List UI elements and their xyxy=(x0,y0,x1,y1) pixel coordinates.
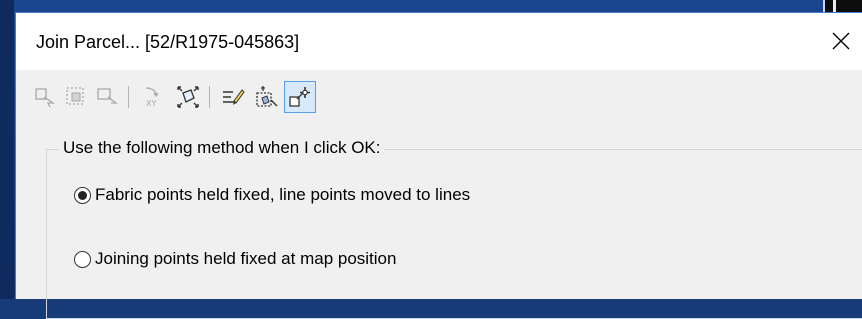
xy-coordinates-button[interactable]: XY xyxy=(138,83,166,111)
radio-label: Fabric points held fixed, line points mo… xyxy=(95,185,471,204)
parcel-properties-icon xyxy=(256,86,278,107)
radio-label: Joining points held fixed at map positio… xyxy=(95,249,397,268)
toolbar: XY xyxy=(16,70,862,130)
pan-to-parcel-icon xyxy=(289,87,310,107)
parcel-select-alt-icon xyxy=(97,88,118,104)
close-icon xyxy=(832,32,850,50)
toolbar-separator xyxy=(209,86,210,108)
parcel-frame-icon xyxy=(66,87,84,105)
radio-selected-dot xyxy=(78,190,87,200)
xy-coordinates-icon: XY xyxy=(145,87,159,108)
method-group-box xyxy=(46,149,862,319)
parcel-select-alt-button[interactable] xyxy=(93,83,121,111)
desktop-window-edge xyxy=(0,0,14,299)
parcel-frame-button[interactable] xyxy=(62,83,90,111)
zoom-to-parcel-button[interactable] xyxy=(174,83,202,111)
svg-text:XY: XY xyxy=(146,99,156,108)
edit-lines-icon xyxy=(223,89,245,105)
parcel-select-button[interactable] xyxy=(31,83,59,111)
radio-joining-points-fixed[interactable]: Joining points held fixed at map positio… xyxy=(74,249,396,269)
join-parcel-dialog: Join Parcel... [52/R1975-045863] XY Use … xyxy=(15,12,862,319)
edit-lines-button[interactable] xyxy=(219,83,247,111)
close-button[interactable] xyxy=(826,25,856,57)
dialog-title: Join Parcel... [52/R1975-045863] xyxy=(36,32,300,52)
radio-button[interactable] xyxy=(74,250,91,268)
title-bar[interactable]: Join Parcel... [52/R1975-045863] xyxy=(16,13,862,70)
method-group-legend: Use the following method when I click OK… xyxy=(59,138,385,158)
parcel-select-icon xyxy=(35,88,56,108)
toolbar-separator xyxy=(128,86,129,108)
zoom-to-parcel-icon xyxy=(177,86,199,108)
radio-fabric-points-fixed[interactable]: Fabric points held fixed, line points mo… xyxy=(74,185,470,205)
pan-to-parcel-button[interactable] xyxy=(284,81,316,113)
radio-button-selected[interactable] xyxy=(74,186,91,204)
parcel-properties-button[interactable] xyxy=(252,83,280,111)
